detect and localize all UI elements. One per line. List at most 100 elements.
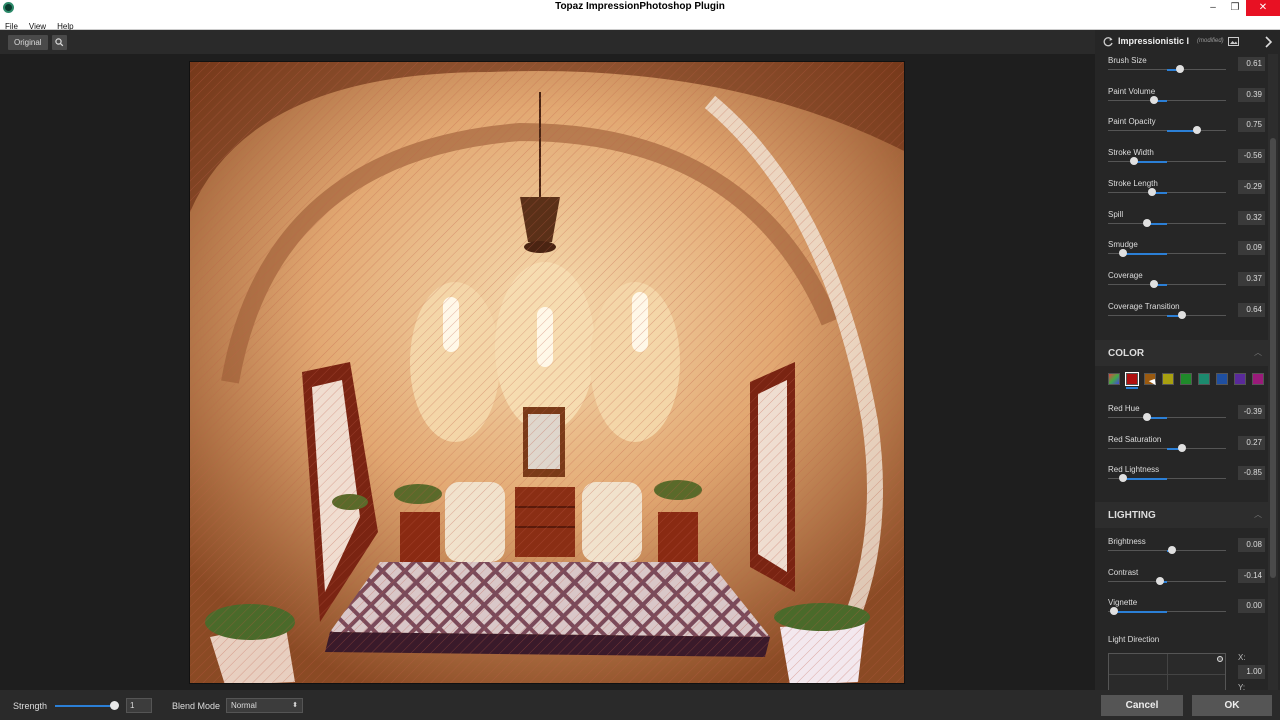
- slider-value-field[interactable]: -0.39: [1238, 405, 1265, 419]
- slider-value-field[interactable]: -0.14: [1238, 568, 1265, 583]
- slider-red-saturation[interactable]: Red Saturation 0.27: [1108, 435, 1268, 465]
- lighting-section-title: LIGHTING: [1108, 510, 1156, 521]
- zoom-button[interactable]: [52, 35, 67, 50]
- collapse-icon[interactable]: ︿: [1254, 347, 1262, 358]
- slider-handle[interactable]: [1119, 474, 1127, 483]
- slider-handle[interactable]: [1178, 443, 1186, 452]
- minimize-button[interactable]: –: [1202, 0, 1224, 16]
- slider-label: Red Hue: [1108, 404, 1140, 413]
- slider-handle[interactable]: [1130, 157, 1138, 166]
- slider-value-field[interactable]: 0.39: [1238, 87, 1265, 102]
- strength-slider-handle[interactable]: [110, 701, 119, 710]
- slider-value-field[interactable]: -0.85: [1238, 466, 1265, 481]
- lighting-section-header[interactable]: LIGHTING ︿: [1095, 502, 1268, 528]
- color-swatch[interactable]: [1216, 373, 1228, 385]
- close-button[interactable]: ✕: [1246, 0, 1280, 16]
- slider-spill[interactable]: Spill 0.32: [1108, 210, 1268, 240]
- slider-handle[interactable]: [1150, 279, 1158, 288]
- slider-track[interactable]: [1108, 161, 1226, 163]
- restore-button[interactable]: ❐: [1224, 0, 1246, 16]
- slider-stroke-width[interactable]: Stroke Width -0.56: [1108, 148, 1268, 178]
- slider-handle[interactable]: [1143, 413, 1151, 421]
- canvas-toolbar: Original: [0, 30, 1095, 54]
- slider-value-field[interactable]: 0.61: [1238, 57, 1265, 71]
- original-button[interactable]: Original: [8, 35, 48, 50]
- slider-fill: [1134, 161, 1167, 164]
- slider-paint-opacity[interactable]: Paint Opacity 0.75: [1108, 117, 1268, 147]
- slider-handle[interactable]: [1156, 576, 1164, 585]
- slider-red-hue[interactable]: Red Hue -0.39: [1108, 404, 1268, 434]
- collapse-icon[interactable]: ︿: [1254, 509, 1262, 520]
- slider-value-field[interactable]: 0.09: [1238, 241, 1265, 256]
- preview-canvas[interactable]: [0, 54, 1095, 690]
- slider-label: Paint Opacity: [1108, 117, 1156, 127]
- slider-vignette[interactable]: Vignette 0.00: [1108, 598, 1268, 628]
- color-swatch[interactable]: [1252, 373, 1264, 385]
- slider-coverage-transition[interactable]: Coverage Transition 0.64: [1108, 302, 1268, 332]
- slider-coverage[interactable]: Coverage 0.37: [1108, 271, 1268, 301]
- slider-value-field[interactable]: 0.08: [1238, 538, 1265, 552]
- slider-brush-size[interactable]: Brush Size 0.61: [1108, 56, 1268, 86]
- color-swatch[interactable]: [1234, 373, 1246, 385]
- slider-value-field[interactable]: 0.64: [1238, 302, 1265, 317]
- x-value-field[interactable]: 1.00: [1238, 665, 1265, 679]
- slider-value-field[interactable]: 0.00: [1238, 599, 1265, 614]
- slider-value-field[interactable]: 0.75: [1238, 118, 1265, 133]
- slider-handle[interactable]: [1168, 546, 1176, 554]
- image-compare-icon[interactable]: [1228, 37, 1239, 47]
- cancel-button[interactable]: Cancel: [1101, 695, 1183, 716]
- slider-value-field[interactable]: 0.27: [1238, 435, 1265, 450]
- slider-value-field[interactable]: 0.32: [1238, 210, 1265, 225]
- reset-icon[interactable]: [1102, 36, 1114, 48]
- color-swatch[interactable]: [1125, 372, 1139, 386]
- slider-brightness[interactable]: Brightness 0.08: [1108, 537, 1268, 567]
- slider-handle[interactable]: [1119, 249, 1127, 258]
- preset-modified-label: (modified): [1197, 38, 1224, 44]
- slider-track[interactable]: [1108, 191, 1226, 193]
- slider-label: Coverage: [1108, 270, 1143, 280]
- panel-scrollbar[interactable]: [1268, 54, 1278, 690]
- slider-value-field[interactable]: 0.37: [1238, 271, 1265, 286]
- strength-slider[interactable]: [55, 705, 115, 707]
- selected-swatch-indicator: [1126, 387, 1138, 389]
- preview-image[interactable]: [189, 61, 905, 684]
- slider-handle[interactable]: [1178, 310, 1186, 319]
- slider-handle[interactable]: [1148, 187, 1156, 196]
- slider-stroke-length[interactable]: Stroke Length -0.29: [1108, 179, 1268, 209]
- menu-bar: File View Help: [0, 16, 1280, 31]
- strength-input[interactable]: 1: [126, 698, 152, 713]
- slider-track[interactable]: [1108, 417, 1226, 418]
- slider-label: Stroke Length: [1108, 178, 1158, 188]
- slider-value-field[interactable]: -0.56: [1238, 149, 1265, 164]
- dropdown-arrow-icon: ⬍: [292, 702, 298, 709]
- ok-button[interactable]: OK: [1192, 695, 1272, 716]
- preset-name: Impressionistic I: [1118, 36, 1190, 46]
- slider-track[interactable]: [1108, 580, 1226, 582]
- slider-handle[interactable]: [1193, 126, 1201, 135]
- light-direction-pad[interactable]: [1108, 653, 1226, 693]
- color-section-header[interactable]: COLOR ︿: [1095, 340, 1268, 366]
- slider-handle[interactable]: [1143, 218, 1151, 227]
- slider-handle[interactable]: [1150, 95, 1158, 104]
- slider-label: Red Saturation: [1108, 434, 1162, 444]
- light-direction-handle[interactable]: [1217, 656, 1223, 662]
- slider-handle[interactable]: [1110, 607, 1118, 616]
- slider-track[interactable]: [1108, 99, 1226, 101]
- blend-mode-select[interactable]: Normal ⬍: [226, 698, 303, 713]
- slider-track[interactable]: [1108, 283, 1226, 285]
- slider-handle[interactable]: [1176, 65, 1184, 73]
- color-swatch[interactable]: [1180, 373, 1192, 385]
- slider-label: Stroke Width: [1108, 148, 1154, 158]
- slider-fill: [1114, 611, 1167, 614]
- slider-red-lightness[interactable]: Red Lightness -0.85: [1108, 465, 1268, 495]
- slider-value-field[interactable]: -0.29: [1238, 179, 1265, 194]
- color-swatch[interactable]: [1108, 373, 1120, 385]
- scrollbar-thumb[interactable]: [1270, 138, 1276, 578]
- slider-smudge[interactable]: Smudge 0.09: [1108, 240, 1268, 270]
- slider-track[interactable]: [1108, 222, 1226, 224]
- slider-contrast[interactable]: Contrast -0.14: [1108, 568, 1268, 598]
- slider-paint-volume[interactable]: Paint Volume 0.39: [1108, 87, 1268, 117]
- color-swatch[interactable]: [1198, 373, 1210, 385]
- chevron-right-icon[interactable]: [1264, 36, 1274, 48]
- color-swatch[interactable]: [1162, 373, 1174, 385]
